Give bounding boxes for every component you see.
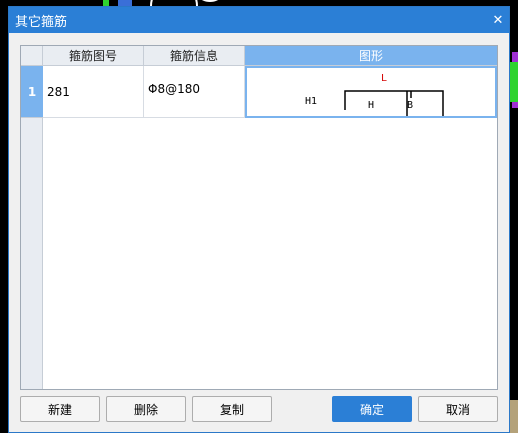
cad-canvas-mark [510,400,518,433]
other-stirrup-dialog: 其它箍筋 ✕ 箍筋图号 箍筋信息 图形 1 281 Φ8@180 L H1 H … [8,6,510,433]
row-number[interactable]: 1 [21,66,43,118]
shape-label-h1: H1 [305,96,317,107]
dialog-titlebar: 其它箍筋 ✕ [9,7,509,33]
cad-canvas-text [0,60,8,370]
column-header-shape-no[interactable]: 箍筋图号 [43,46,144,66]
shape-label-b: B [407,100,413,111]
cad-canvas-circle [200,0,220,2]
copy-button[interactable]: 复制 [192,396,272,422]
column-header-shape[interactable]: 图形 [245,46,497,66]
cell-shape-no[interactable]: 281 [43,66,144,118]
ok-button[interactable]: 确定 [332,396,412,422]
stirrup-shape-diagram: L H1 H B [305,73,444,116]
cell-stirrup-info[interactable]: Φ8@180 [144,66,245,118]
cancel-button[interactable]: 取消 [418,396,498,422]
stirrup-table: 箍筋图号 箍筋信息 图形 1 281 Φ8@180 L H1 H B [20,45,498,390]
cell-shape-diagram[interactable]: L H1 H B [245,66,497,118]
table-corner[interactable] [21,46,43,66]
column-header-info[interactable]: 箍筋信息 [144,46,245,66]
new-button[interactable]: 新建 [20,396,100,422]
close-icon[interactable]: ✕ [487,9,509,31]
delete-button[interactable]: 删除 [106,396,186,422]
shape-outline [344,90,444,116]
shape-label-h: H [368,100,374,111]
shape-label-l: L [381,73,387,84]
dialog-title: 其它箍筋 [15,14,68,30]
cad-canvas-mark [510,62,518,102]
